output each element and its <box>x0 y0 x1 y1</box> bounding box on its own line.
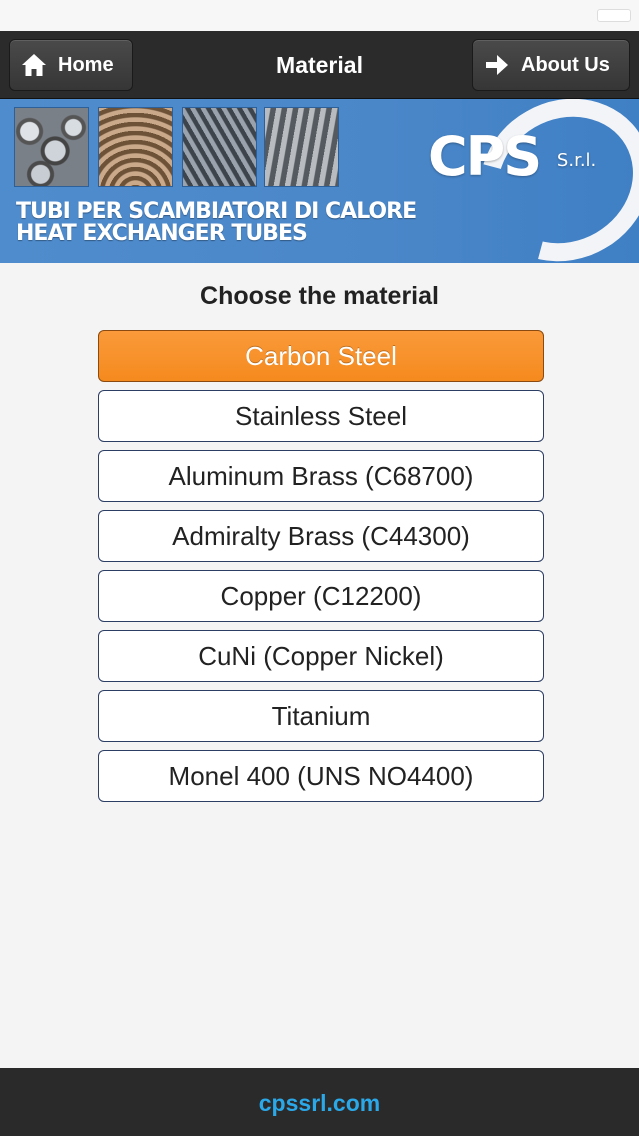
nav-bar: Home Material About Us <box>0 31 639 99</box>
home-button-label: Home <box>58 53 114 76</box>
battery-icon <box>597 9 631 22</box>
material-button-carbon-steel[interactable]: Carbon Steel <box>98 330 544 382</box>
company-banner: CPS S.r.l. TUBI PER SCAMBIATORI DI CALOR… <box>0 99 639 263</box>
material-button-aluminum-brass[interactable]: Aluminum Brass (C68700) <box>98 450 544 502</box>
choose-material-heading: Choose the material <box>200 282 439 310</box>
footer: cpssrl.com <box>0 1068 639 1136</box>
logo-text: CPS <box>428 125 542 188</box>
logo-suffix: S.r.l. <box>556 149 597 171</box>
banner-subtitle-english: HEAT EXCHANGER TUBES <box>16 221 308 246</box>
arrow-right-icon <box>484 52 510 78</box>
status-bar <box>0 0 639 31</box>
material-button-stainless-steel[interactable]: Stainless Steel <box>98 390 544 442</box>
home-button[interactable]: Home <box>9 39 133 91</box>
tube-photo-1 <box>14 107 89 187</box>
material-button-monel-400[interactable]: Monel 400 (UNS NO4400) <box>98 750 544 802</box>
about-us-button[interactable]: About Us <box>472 39 630 91</box>
material-list: Carbon Steel Stainless Steel Aluminum Br… <box>98 330 544 810</box>
tube-photo-3 <box>182 107 257 187</box>
website-link[interactable]: cpssrl.com <box>0 1068 639 1136</box>
material-button-admiralty-brass[interactable]: Admiralty Brass (C44300) <box>98 510 544 562</box>
material-button-titanium[interactable]: Titanium <box>98 690 544 742</box>
page-title: Material <box>276 52 363 78</box>
home-icon <box>21 52 47 78</box>
material-button-copper[interactable]: Copper (C12200) <box>98 570 544 622</box>
cps-logo: CPS S.r.l. <box>428 125 596 188</box>
tube-photo-4 <box>264 107 339 187</box>
about-us-button-label: About Us <box>521 53 610 76</box>
tube-photo-2 <box>98 107 173 187</box>
material-button-cuni[interactable]: CuNi (Copper Nickel) <box>98 630 544 682</box>
